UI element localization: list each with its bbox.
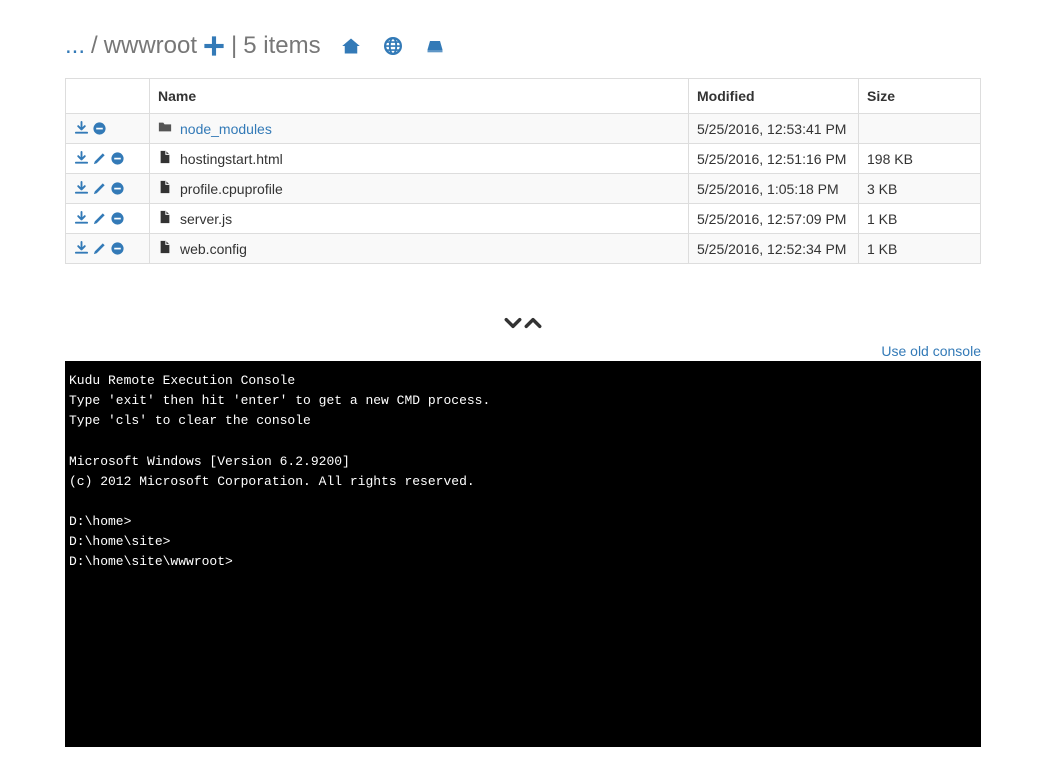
item-count: 5 items (243, 32, 320, 60)
file-icon (158, 150, 172, 167)
item-name: server.js (180, 211, 232, 227)
breadcrumb-pipe: | (231, 32, 237, 60)
file-table: Name Modified Size node_modules 5/25/2016… (65, 78, 981, 264)
use-old-console-link[interactable]: Use old console (881, 343, 981, 359)
download-icon[interactable] (74, 151, 89, 166)
col-name-header: Name (150, 79, 689, 114)
delete-icon[interactable] (110, 151, 125, 166)
folder-icon (158, 120, 172, 137)
item-name: web.config (180, 241, 247, 257)
download-icon[interactable] (74, 121, 89, 136)
delete-icon[interactable] (110, 181, 125, 196)
file-icon (158, 210, 172, 227)
table-row: hostingstart.html 5/25/2016, 12:51:16 PM1… (66, 144, 981, 174)
edit-icon[interactable] (92, 151, 107, 166)
edit-icon[interactable] (92, 211, 107, 226)
collapse-console-icon[interactable] (504, 314, 522, 335)
globe-icon[interactable] (383, 36, 403, 56)
disk-icon[interactable] (425, 36, 445, 56)
table-row: web.config 5/25/2016, 12:52:34 PM1 KB (66, 234, 981, 264)
download-icon[interactable] (74, 211, 89, 226)
item-size: 1 KB (859, 204, 981, 234)
file-icon (158, 180, 172, 197)
download-icon[interactable] (74, 181, 89, 196)
home-icon[interactable] (341, 36, 361, 56)
splitter (0, 314, 1046, 335)
item-modified: 5/25/2016, 12:52:34 PM (689, 234, 859, 264)
item-size (859, 114, 981, 144)
item-name: hostingstart.html (180, 151, 283, 167)
table-row: server.js 5/25/2016, 12:57:09 PM1 KB (66, 204, 981, 234)
breadcrumb: ... / wwwroot | 5 items (65, 32, 981, 60)
item-modified: 5/25/2016, 12:53:41 PM (689, 114, 859, 144)
item-size: 3 KB (859, 174, 981, 204)
item-modified: 5/25/2016, 12:57:09 PM (689, 204, 859, 234)
edit-icon[interactable] (92, 181, 107, 196)
download-icon[interactable] (74, 241, 89, 256)
delete-icon[interactable] (110, 241, 125, 256)
breadcrumb-separator: / (91, 32, 98, 60)
col-size-header: Size (859, 79, 981, 114)
console-output[interactable]: Kudu Remote Execution Console Type 'exit… (65, 361, 981, 747)
table-row: profile.cpuprofile 5/25/2016, 1:05:18 PM3… (66, 174, 981, 204)
item-size: 198 KB (859, 144, 981, 174)
delete-icon[interactable] (110, 211, 125, 226)
delete-icon[interactable] (92, 121, 107, 136)
item-size: 1 KB (859, 234, 981, 264)
item-modified: 5/25/2016, 12:51:16 PM (689, 144, 859, 174)
expand-console-icon[interactable] (524, 314, 542, 335)
breadcrumb-parent-link[interactable]: ... (65, 32, 85, 60)
add-item-button[interactable] (203, 35, 225, 57)
table-row: node_modules 5/25/2016, 12:53:41 PM (66, 114, 981, 144)
col-modified-header: Modified (689, 79, 859, 114)
item-name: profile.cpuprofile (180, 181, 283, 197)
col-actions-header (66, 79, 150, 114)
breadcrumb-current: wwwroot (104, 32, 197, 60)
edit-icon[interactable] (92, 241, 107, 256)
item-modified: 5/25/2016, 1:05:18 PM (689, 174, 859, 204)
item-name[interactable]: node_modules (180, 121, 272, 137)
file-icon (158, 240, 172, 257)
